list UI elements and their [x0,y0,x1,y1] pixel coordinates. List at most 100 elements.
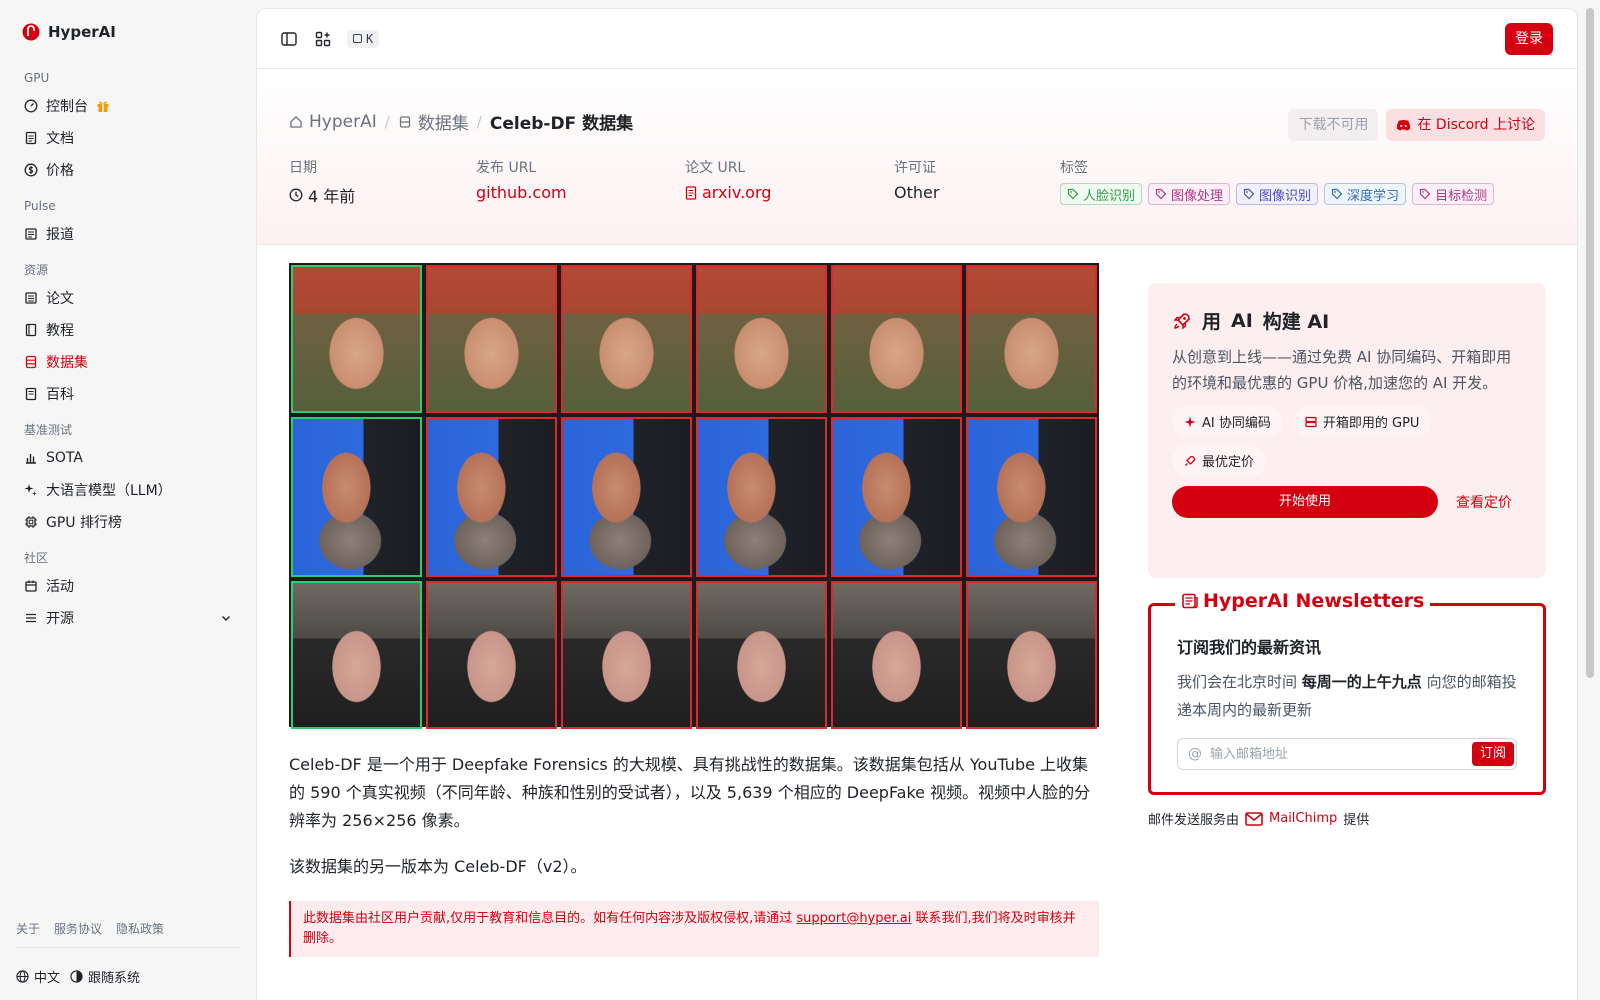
fake-face-thumbnail [831,581,962,729]
paper-url-link[interactable]: arxiv.org [685,183,771,202]
meta-release-label: 发布 URL [476,160,537,176]
tag-chip[interactable]: 图像识别 [1236,183,1319,205]
page-scrollbar[interactable] [1586,8,1594,678]
sidebar-toggle-button[interactable] [279,29,299,49]
sidebar-item-label: 报道 [46,227,74,243]
meta-license: 许可证 Other [894,157,939,202]
sidebar-item-label: 大语言模型（LLM） [46,483,172,499]
breadcrumb-section[interactable]: 数据集 [398,109,469,134]
sidebar-item[interactable]: 百科 [16,378,240,410]
tag-chip[interactable]: 图像处理 [1148,183,1231,205]
feature-chip-copilot[interactable]: AI 协同编码 [1172,406,1283,437]
tag-chip[interactable]: 目标检测 [1412,183,1495,205]
fake-face-thumbnail [966,417,1097,577]
meta-tags: 标签 人脸识别 图像处理 图像识别 深度学习 目标检测 [1060,157,1495,205]
promo-title-prefix: 用 [1202,311,1222,333]
tag-label: 图像识别 [1259,188,1312,204]
meta-paper-label: 论文 URL [685,160,746,176]
sidebar-item-label: 价格 [46,163,74,179]
dataset-actions: 下载不可用 在 Discord 上讨论 [1288,109,1545,141]
brand[interactable]: HyperAI [16,0,240,64]
real-face-thumbnail [291,581,422,729]
nav-group: 基准测试 SOTA 大语言模型（LLM） GPU 排行榜 [16,418,240,538]
copyright-notice: 此数据集由社区用户贡献,仅用于教育和信息目的。如有任何内容涉及版权侵权,请通过 … [289,901,1099,957]
brand-name: HyperAI [48,23,116,41]
nav-group: GPU 控制台 文档 价格 [16,66,240,186]
fake-face-thumbnail [426,417,557,577]
tag-chip[interactable]: 深度学习 [1324,183,1407,205]
shortcut-key: K [366,31,374,46]
sidebar-item[interactable]: 活动 [16,570,240,602]
sidebar-item[interactable]: 教程 [16,314,240,346]
subscribe-button[interactable]: 订阅 [1471,742,1514,766]
apps-button[interactable] [313,29,333,49]
theme-switch[interactable]: 跟随系统 [70,967,140,986]
view-pricing-link[interactable]: 查看定价 [1456,492,1512,512]
news-icon [25,228,37,240]
doc-icon [25,131,37,145]
sidebar-item-label: 控制台 [46,99,88,115]
fake-face-thumbnail [696,265,827,413]
sidebar-item[interactable]: 大语言模型（LLM） [16,474,240,506]
footer-link-terms[interactable]: 服务协议 [54,920,102,937]
feature-chip-pricing[interactable]: 最优定价 [1172,445,1267,476]
mailchimp-link[interactable]: MailChimp [1269,811,1337,826]
sidebar-item[interactable]: GPU 排行榜 [16,506,240,538]
footer-link-privacy[interactable]: 隐私政策 [116,920,164,937]
nav-group: 社区 活动 开源 [16,546,240,634]
rocket-icon [1185,455,1196,466]
sidebar-item-label: 数据集 [46,355,88,371]
newsletter-title: 订阅我们的最新资讯 [1177,638,1322,657]
support-email-link[interactable]: support@hyper.ai [796,911,911,926]
main-panel: K 登录 HyperAI / 数据集 / Celeb-DF 数据集 下载不可用 … [256,8,1578,1000]
feature-chip-label: AI 协同编码 [1202,416,1271,431]
sidebar-item-label: 论文 [46,291,74,307]
breadcrumb-home-label: HyperAI [309,111,377,132]
tag-icon [1155,188,1167,200]
sidebar-item[interactable]: 价格 [16,154,240,186]
mail-credit: 邮件发送服务由 MailChimp 提供 [1148,809,1369,828]
sidebar-item[interactable]: 报道 [16,218,240,250]
breadcrumb: HyperAI / 数据集 / Celeb-DF 数据集 [289,109,633,134]
fake-face-thumbnail [696,581,827,729]
meta-date: 日期 4 年前 [289,157,355,207]
sidebar-item-label: 活动 [46,579,74,595]
breadcrumb-separator: / [476,112,482,131]
price-icon [24,163,38,177]
discord-discuss-button[interactable]: 在 Discord 上讨论 [1386,109,1545,141]
sidebar-item[interactable]: 数据集 [16,346,240,378]
get-started-button[interactable]: 开始使用 [1172,486,1438,518]
discord-icon [1397,119,1411,131]
search-shortcut[interactable]: K [347,29,380,48]
breadcrumb-home[interactable]: HyperAI [289,112,377,132]
tag-icon [1331,188,1343,200]
tag-icon [1419,188,1431,200]
newsletter-schedule: 每周一的上午九点 [1301,673,1422,691]
language-switch[interactable]: 中文 [16,967,60,986]
fake-face-thumbnail [831,417,962,577]
promo-text: 从创意到上线——通过免费 AI 协同编码、开箱即用的环境和最优惠的 GPU 价格… [1172,348,1512,392]
newsletter-card: HyperAI Newsletters 订阅我们的最新资讯 我们会在北京时间 每… [1148,590,1546,795]
tag-chip[interactable]: 人脸识别 [1060,183,1143,205]
sidebar-item[interactable]: 开源 [16,602,240,634]
sidebar-item[interactable]: SOTA [16,442,240,474]
email-input[interactable] [1210,746,1464,762]
promo-title-ai: AI [1231,309,1253,332]
sidebar-item[interactable]: 论文 [16,282,240,314]
date-text: 4 年前 [308,187,356,206]
footer-link-about[interactable]: 关于 [16,920,40,937]
sidebar-item[interactable]: 控制台 [16,90,240,122]
paper-url-text: arxiv.org [702,183,772,202]
chevron-down-icon[interactable] [220,612,232,624]
apps-icon [315,31,331,46]
footer-links: 关于 服务协议 隐私政策 [16,920,240,948]
meta-paper: 论文 URL arxiv.org [685,157,771,202]
download-button[interactable]: 下载不可用 [1288,109,1379,141]
sidebar-item[interactable]: 文档 [16,122,240,154]
sparkle-icon [24,484,37,496]
login-button[interactable]: 登录 [1505,22,1553,55]
hyperai-logo-icon [22,23,40,41]
feature-chip-gpu[interactable]: 开箱即用的 GPU [1292,406,1432,437]
release-url-link[interactable]: github.com [476,183,567,202]
globe-icon [16,970,29,983]
